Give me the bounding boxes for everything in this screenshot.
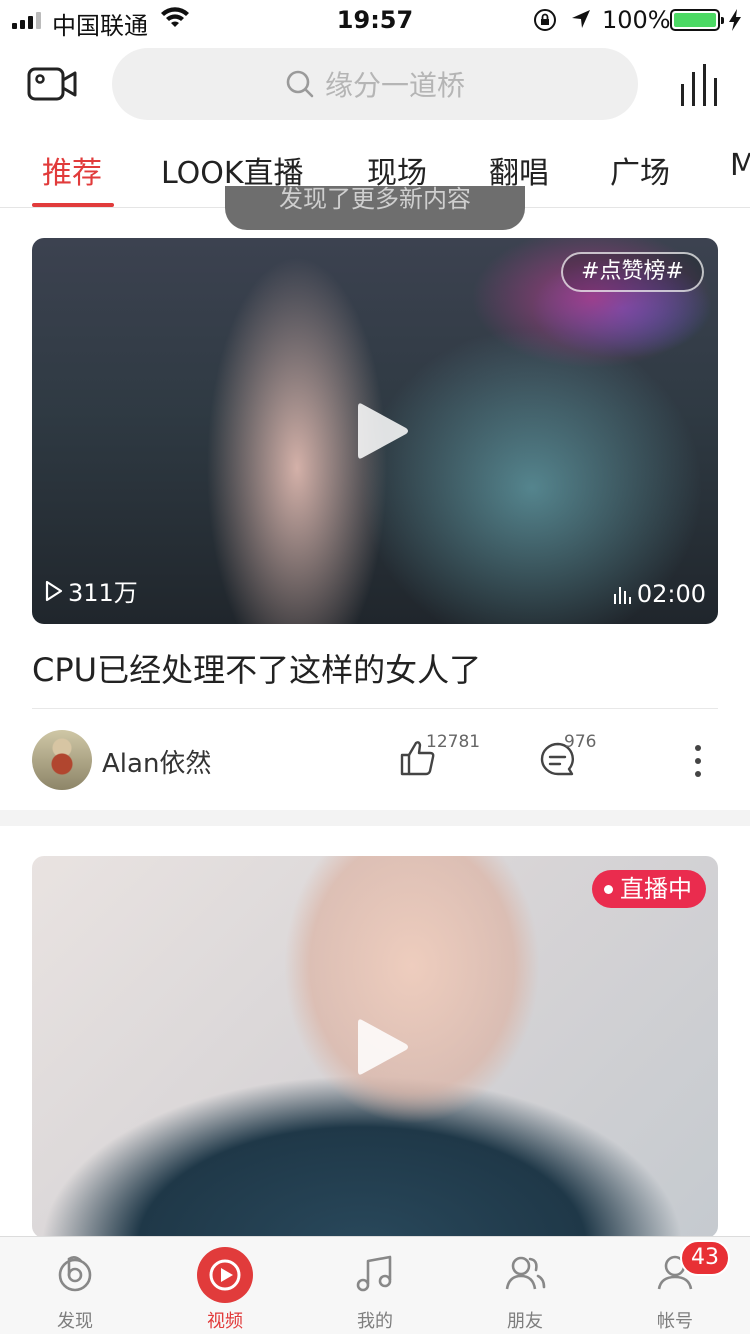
tab-square[interactable]: 广场: [610, 148, 670, 192]
discover-icon: [58, 1256, 92, 1292]
live-badge: 直播中: [592, 870, 706, 908]
new-content-toast: 发现了更多新内容: [225, 186, 525, 230]
location-arrow-icon: [570, 8, 592, 36]
tab-recommend[interactable]: 推荐: [42, 148, 102, 192]
author-name[interactable]: Alan依然: [102, 743, 211, 780]
audio-bars-icon: [613, 587, 631, 604]
top-header: 缘分一道桥: [0, 40, 750, 128]
duration-text: 02:00: [636, 580, 706, 608]
tab-more[interactable]: M: [730, 148, 750, 183]
active-tab-indicator: [32, 203, 114, 207]
video-camera-icon[interactable]: [26, 64, 78, 104]
feed-separator: [0, 810, 750, 826]
like-count: 12781: [426, 732, 481, 752]
now-playing-equalizer-icon[interactable]: [678, 62, 724, 108]
nav-label: 我的: [357, 1311, 393, 1332]
video-thumbnail[interactable]: 直播中: [32, 856, 718, 1238]
divider: [32, 708, 718, 709]
nav-label: 朋友: [507, 1311, 543, 1332]
nav-mine[interactable]: 我的: [300, 1237, 450, 1334]
nav-discover[interactable]: 发现: [0, 1237, 150, 1334]
video-thumbnail[interactable]: #点赞榜# 311万 02:00: [32, 238, 718, 624]
nav-label: 视频: [207, 1311, 243, 1332]
music-note-icon: [356, 1255, 392, 1292]
orientation-lock-icon: [533, 8, 557, 38]
battery-icon: [670, 9, 724, 31]
video-play-icon: [209, 1259, 241, 1291]
play-icon[interactable]: [344, 1012, 414, 1082]
nav-label: 帐号: [657, 1311, 693, 1332]
play-count-icon: [45, 580, 63, 601]
comment-count: 976: [564, 732, 597, 752]
video-title[interactable]: CPU已经处理不了这样的女人了: [32, 645, 718, 691]
hashtag-badge[interactable]: #点赞榜#: [561, 252, 704, 292]
video-duration: 02:00: [613, 580, 706, 608]
avatar[interactable]: [32, 730, 92, 790]
friends-icon: [505, 1256, 546, 1290]
battery-percentage: 100%: [602, 6, 671, 34]
bottom-navigation: 发现 视频 我的 朋友 帐号: [0, 1236, 750, 1334]
search-icon: [286, 70, 314, 98]
search-input[interactable]: 缘分一道桥: [112, 48, 638, 120]
view-count: 311万: [44, 573, 138, 608]
nav-friends[interactable]: 朋友: [450, 1237, 600, 1334]
author-row: Alan依然 12781 976: [32, 730, 718, 790]
more-options-icon[interactable]: [688, 744, 708, 778]
nav-label: 发现: [57, 1311, 93, 1332]
search-placeholder: 缘分一道桥: [324, 69, 465, 102]
live-badge-text: 直播中: [620, 875, 692, 903]
notification-badge: 43: [680, 1240, 730, 1276]
status-bar: 中国联通 19:57 100%: [0, 0, 750, 40]
play-icon[interactable]: [344, 396, 414, 466]
charging-bolt-icon: [728, 8, 742, 38]
nav-video[interactable]: 视频: [150, 1237, 300, 1334]
view-count-text: 311万: [68, 579, 138, 607]
live-dot-icon: [604, 884, 613, 894]
